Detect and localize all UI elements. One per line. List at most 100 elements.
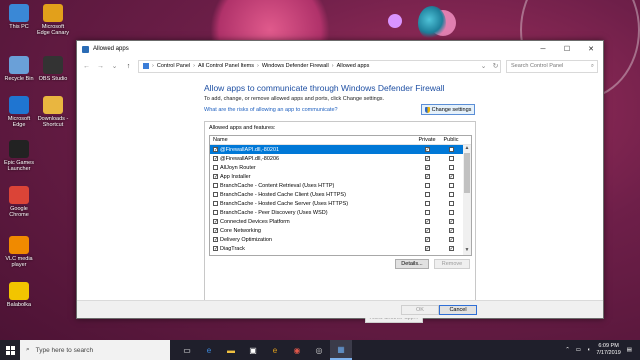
up-arrow-icon[interactable]: ↑	[124, 63, 133, 70]
public-checkbox[interactable]	[448, 156, 454, 161]
obs-icon[interactable]: ◎	[308, 340, 330, 360]
private-checkbox[interactable]	[424, 174, 430, 179]
public-checkbox[interactable]	[448, 228, 454, 233]
private-checkbox[interactable]	[424, 156, 430, 161]
list-scrollbar[interactable]: ▲ ▼	[463, 145, 471, 255]
breadcrumb-control-panel[interactable]: Control Panel	[157, 63, 190, 69]
change-settings-button[interactable]: Change settings	[421, 104, 475, 115]
back-arrow-icon[interactable]: ←	[82, 63, 91, 70]
app-enabled-checkbox[interactable]	[213, 246, 218, 251]
app-enabled-checkbox[interactable]	[213, 210, 218, 215]
breadcrumb-all-items[interactable]: All Control Panel Items	[198, 63, 254, 69]
app-enabled-checkbox[interactable]	[213, 192, 218, 197]
taskbar-search[interactable]: ⌕ Type here to search	[20, 340, 170, 360]
private-checkbox[interactable]	[424, 192, 430, 197]
desktop-icon[interactable]: This PC	[2, 4, 36, 30]
desktop-icon[interactable]: Balabolka	[2, 282, 36, 308]
private-checkbox[interactable]	[424, 246, 430, 251]
app-enabled-checkbox[interactable]	[213, 156, 218, 161]
scroll-down-icon[interactable]: ▼	[463, 247, 471, 255]
private-checkbox[interactable]	[424, 219, 430, 224]
details-button[interactable]: Details...	[395, 259, 429, 269]
volume-icon[interactable]: ◖	[587, 347, 590, 353]
desktop-icon[interactable]: VLC media player	[2, 236, 36, 268]
allowed-apps-list[interactable]: Name Private Public @FirewallAPI.dll,-80…	[209, 135, 472, 256]
refresh-icon[interactable]: ↻	[491, 62, 500, 70]
address-dropdown-icon[interactable]: ⌄	[479, 62, 488, 70]
list-item[interactable]: BranchCache - Hosted Cache Server (Uses …	[210, 199, 471, 208]
list-item[interactable]: App Installer	[210, 172, 471, 181]
desktop-icon[interactable]: Microsoft Edge Canary	[36, 4, 70, 36]
store-icon[interactable]: ▣	[242, 340, 264, 360]
public-checkbox[interactable]	[448, 147, 454, 152]
private-checkbox[interactable]	[424, 210, 430, 215]
risks-link[interactable]: What are the risks of allowing an app to…	[204, 107, 338, 113]
breadcrumb-firewall[interactable]: Windows Defender Firewall	[262, 63, 329, 69]
list-item[interactable]: DiagTrack	[210, 244, 471, 253]
list-item[interactable]: Connected Devices Platform	[210, 217, 471, 226]
control-panel-icon[interactable]: ▦	[330, 340, 352, 360]
address-bar[interactable]: › Control Panel › All Control Panel Item…	[138, 59, 501, 73]
desktop-icon[interactable]: Google Chrome	[2, 186, 36, 218]
public-checkbox[interactable]	[448, 183, 454, 188]
desktop-icon[interactable]: Microsoft Edge	[2, 96, 36, 128]
app-enabled-checkbox[interactable]	[213, 174, 218, 179]
desktop-icon[interactable]: Epic Games Launcher	[2, 140, 36, 172]
edge-icon[interactable]: e	[198, 340, 220, 360]
app-enabled-checkbox[interactable]	[213, 165, 218, 170]
public-checkbox[interactable]	[448, 174, 454, 179]
desktop-icon[interactable]: Downloads - Shortcut	[36, 96, 70, 128]
network-icon[interactable]: ▭	[576, 347, 581, 353]
list-item[interactable]: AllJoyn Router	[210, 163, 471, 172]
list-item[interactable]: BranchCache - Content Retrieval (Uses HT…	[210, 181, 471, 190]
cancel-button[interactable]: Cancel	[439, 305, 477, 315]
minimize-button[interactable]: ─	[531, 41, 555, 57]
app-enabled-checkbox[interactable]	[213, 228, 218, 233]
forward-arrow-icon[interactable]: →	[96, 63, 105, 70]
private-checkbox[interactable]	[424, 237, 430, 242]
title-bar[interactable]: Allowed apps ─ ☐ ✕	[77, 41, 603, 57]
scroll-thumb[interactable]	[464, 153, 470, 193]
list-item[interactable]: Core Networking	[210, 226, 471, 235]
private-checkbox[interactable]	[424, 201, 430, 206]
breadcrumb-allowed-apps[interactable]: Allowed apps	[337, 63, 370, 69]
app-enabled-checkbox[interactable]	[213, 237, 218, 242]
task-view-icon[interactable]: ▭	[176, 340, 198, 360]
public-checkbox[interactable]	[448, 237, 454, 242]
list-item[interactable]: @FirewallAPI.dll,-80201	[210, 145, 471, 154]
search-input[interactable]: Search Control Panel ⌕	[506, 59, 598, 73]
app-enabled-checkbox[interactable]	[213, 201, 218, 206]
app-enabled-checkbox[interactable]	[213, 183, 218, 188]
ok-button[interactable]: OK	[401, 305, 439, 315]
recent-dropdown-icon[interactable]: ⌄	[110, 62, 119, 70]
public-checkbox[interactable]	[448, 192, 454, 197]
public-checkbox[interactable]	[448, 165, 454, 170]
chrome-icon[interactable]: ◉	[286, 340, 308, 360]
app-enabled-checkbox[interactable]	[213, 147, 218, 152]
list-item[interactable]: BranchCache - Peer Discovery (Uses WSD)	[210, 208, 471, 217]
public-checkbox[interactable]	[448, 201, 454, 206]
close-button[interactable]: ✕	[579, 41, 603, 57]
column-private[interactable]: Private	[415, 137, 439, 143]
scroll-up-icon[interactable]: ▲	[463, 145, 471, 153]
maximize-button[interactable]: ☐	[555, 41, 579, 57]
app-enabled-checkbox[interactable]	[213, 219, 218, 224]
private-checkbox[interactable]	[424, 165, 430, 170]
public-checkbox[interactable]	[448, 219, 454, 224]
clock[interactable]: 6:09 PM 7/17/2019	[596, 343, 620, 357]
column-name[interactable]: Name	[210, 137, 415, 143]
list-item[interactable]: Delivery Optimization	[210, 235, 471, 244]
edge-canary-icon[interactable]: e	[264, 340, 286, 360]
start-button[interactable]	[0, 340, 20, 360]
private-checkbox[interactable]	[424, 147, 430, 152]
file-explorer-icon[interactable]: ▬	[220, 340, 242, 360]
list-item[interactable]: @FirewallAPI.dll,-80206	[210, 154, 471, 163]
list-item[interactable]: BranchCache - Hosted Cache Client (Uses …	[210, 190, 471, 199]
private-checkbox[interactable]	[424, 183, 430, 188]
public-checkbox[interactable]	[448, 210, 454, 215]
remove-button[interactable]: Remove	[434, 259, 470, 269]
desktop-icon[interactable]: Recycle Bin	[2, 56, 36, 82]
notifications-icon[interactable]: ▤	[627, 347, 632, 353]
tray-chevron-icon[interactable]: ⌃	[565, 347, 570, 353]
public-checkbox[interactable]	[448, 246, 454, 251]
